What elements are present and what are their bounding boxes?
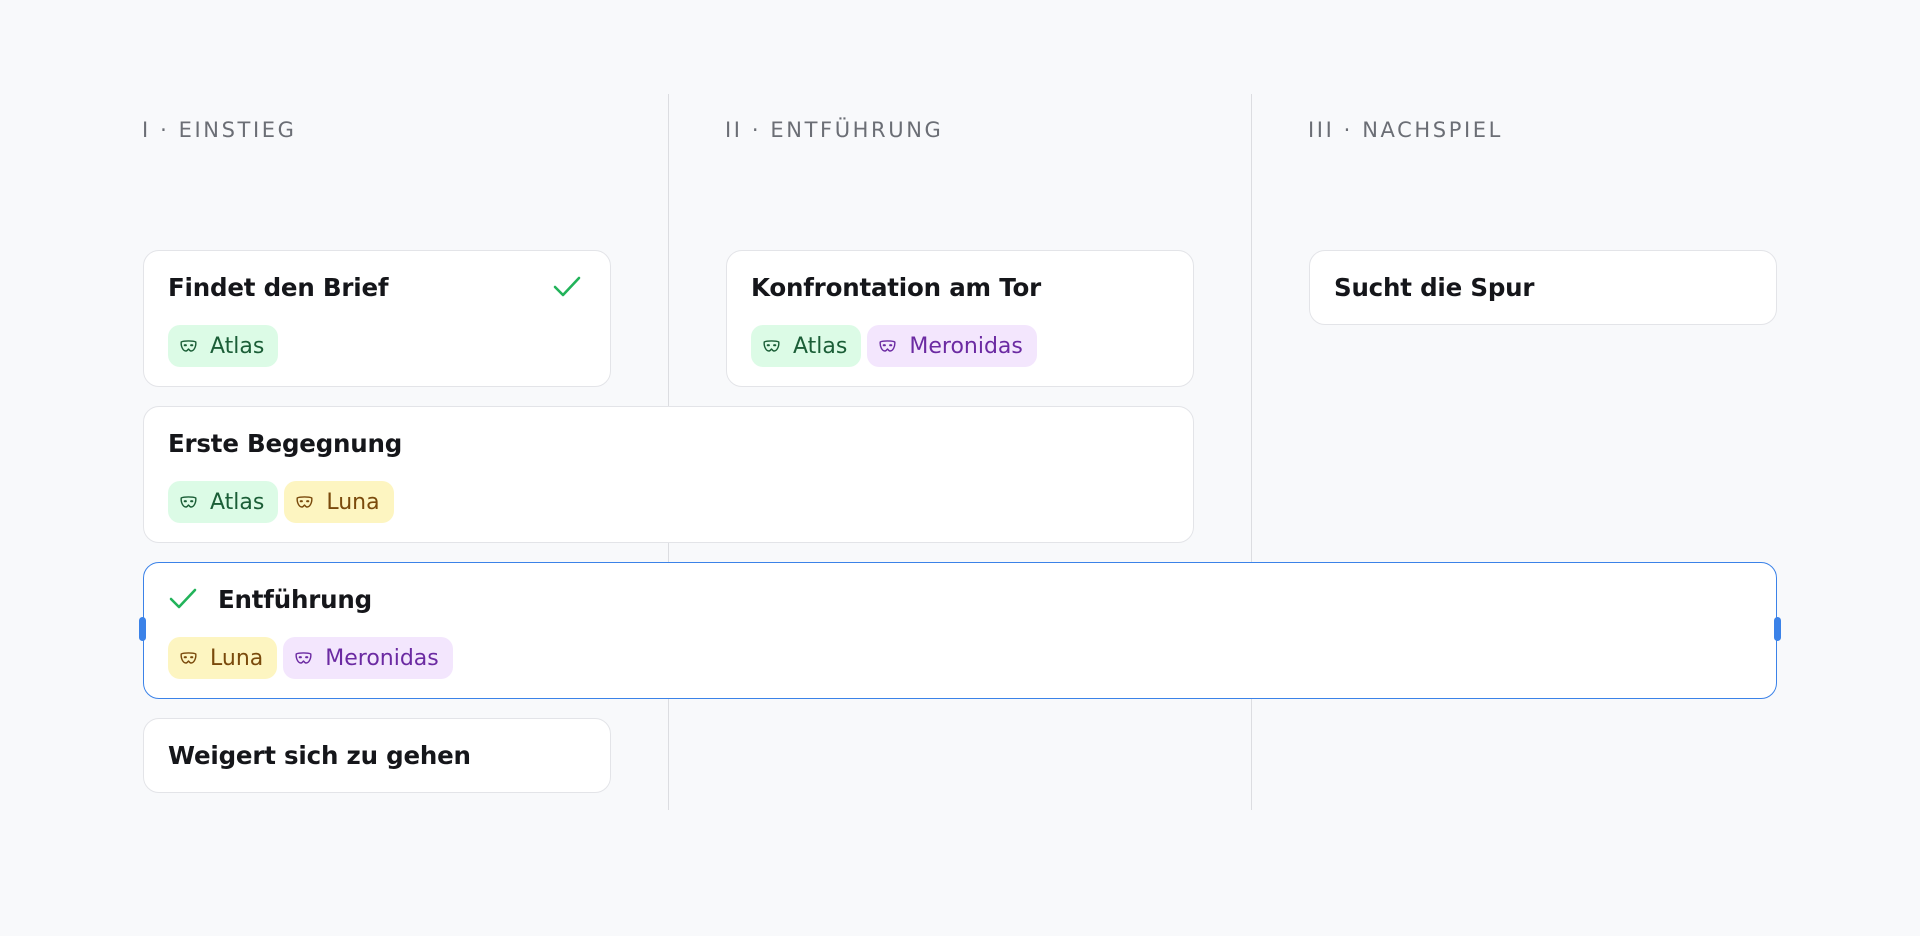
card-title: Sucht die Spur bbox=[1334, 273, 1535, 302]
tag-label: Luna bbox=[210, 645, 264, 671]
column-header-nachspiel: III · NACHSPIEL bbox=[1308, 118, 1503, 142]
tag-meronidas[interactable]: Meronidas bbox=[867, 325, 1037, 367]
tag-label: Meronidas bbox=[909, 333, 1023, 359]
tag-label: Luna bbox=[326, 489, 380, 515]
card-erste-begegnung[interactable]: Erste Begegnung Atlas Luna bbox=[143, 406, 1194, 543]
tag-luna[interactable]: Luna bbox=[284, 481, 394, 523]
tag-atlas[interactable]: Atlas bbox=[168, 325, 279, 367]
tag-label: Meronidas bbox=[325, 645, 439, 671]
tag-label: Atlas bbox=[210, 489, 265, 515]
card-konfrontation-am-tor[interactable]: Konfrontation am Tor Atlas Meronidas bbox=[726, 250, 1194, 387]
card-entfuehrung[interactable]: Entführung Luna Meronidas bbox=[139, 562, 1781, 699]
card-title: Konfrontation am Tor bbox=[751, 273, 1041, 302]
check-icon bbox=[553, 276, 581, 297]
mask-icon bbox=[180, 496, 197, 508]
tag-list: Atlas Luna bbox=[168, 481, 394, 523]
mask-icon bbox=[763, 340, 780, 352]
mask-icon bbox=[296, 496, 313, 508]
card-title: Findet den Brief bbox=[168, 273, 389, 302]
column-header-entfuehrung: II · ENTFÜHRUNG bbox=[725, 118, 944, 142]
check-icon bbox=[169, 588, 197, 609]
card-title: Weigert sich zu gehen bbox=[168, 741, 471, 770]
resize-handle-right[interactable] bbox=[1774, 617, 1781, 641]
tag-list: Luna Meronidas bbox=[168, 637, 453, 679]
mask-icon bbox=[180, 340, 197, 352]
mask-icon bbox=[295, 652, 312, 664]
card-findet-den-brief[interactable]: Findet den Brief Atlas bbox=[143, 250, 611, 387]
tag-label: Atlas bbox=[210, 333, 265, 359]
tag-list: Atlas bbox=[168, 325, 279, 367]
story-board: I · EINSTIEG II · ENTFÜHRUNG III · NACHS… bbox=[0, 0, 1920, 936]
tag-luna[interactable]: Luna bbox=[168, 637, 278, 679]
tag-meronidas[interactable]: Meronidas bbox=[283, 637, 453, 679]
mask-icon bbox=[879, 340, 896, 352]
tag-list: Atlas Meronidas bbox=[751, 325, 1037, 367]
tag-atlas[interactable]: Atlas bbox=[751, 325, 862, 367]
resize-handle-left[interactable] bbox=[139, 617, 146, 641]
column-divider bbox=[1251, 94, 1252, 810]
mask-icon bbox=[180, 652, 197, 664]
tag-label: Atlas bbox=[793, 333, 848, 359]
column-header-einstieg: I · EINSTIEG bbox=[142, 118, 297, 142]
tag-atlas[interactable]: Atlas bbox=[168, 481, 279, 523]
card-title: Erste Begegnung bbox=[168, 429, 403, 458]
card-weigert-sich-zu-gehen[interactable]: Weigert sich zu gehen bbox=[143, 718, 611, 793]
card-sucht-die-spur[interactable]: Sucht die Spur bbox=[1309, 250, 1777, 325]
card-title: Entführung bbox=[218, 585, 372, 614]
